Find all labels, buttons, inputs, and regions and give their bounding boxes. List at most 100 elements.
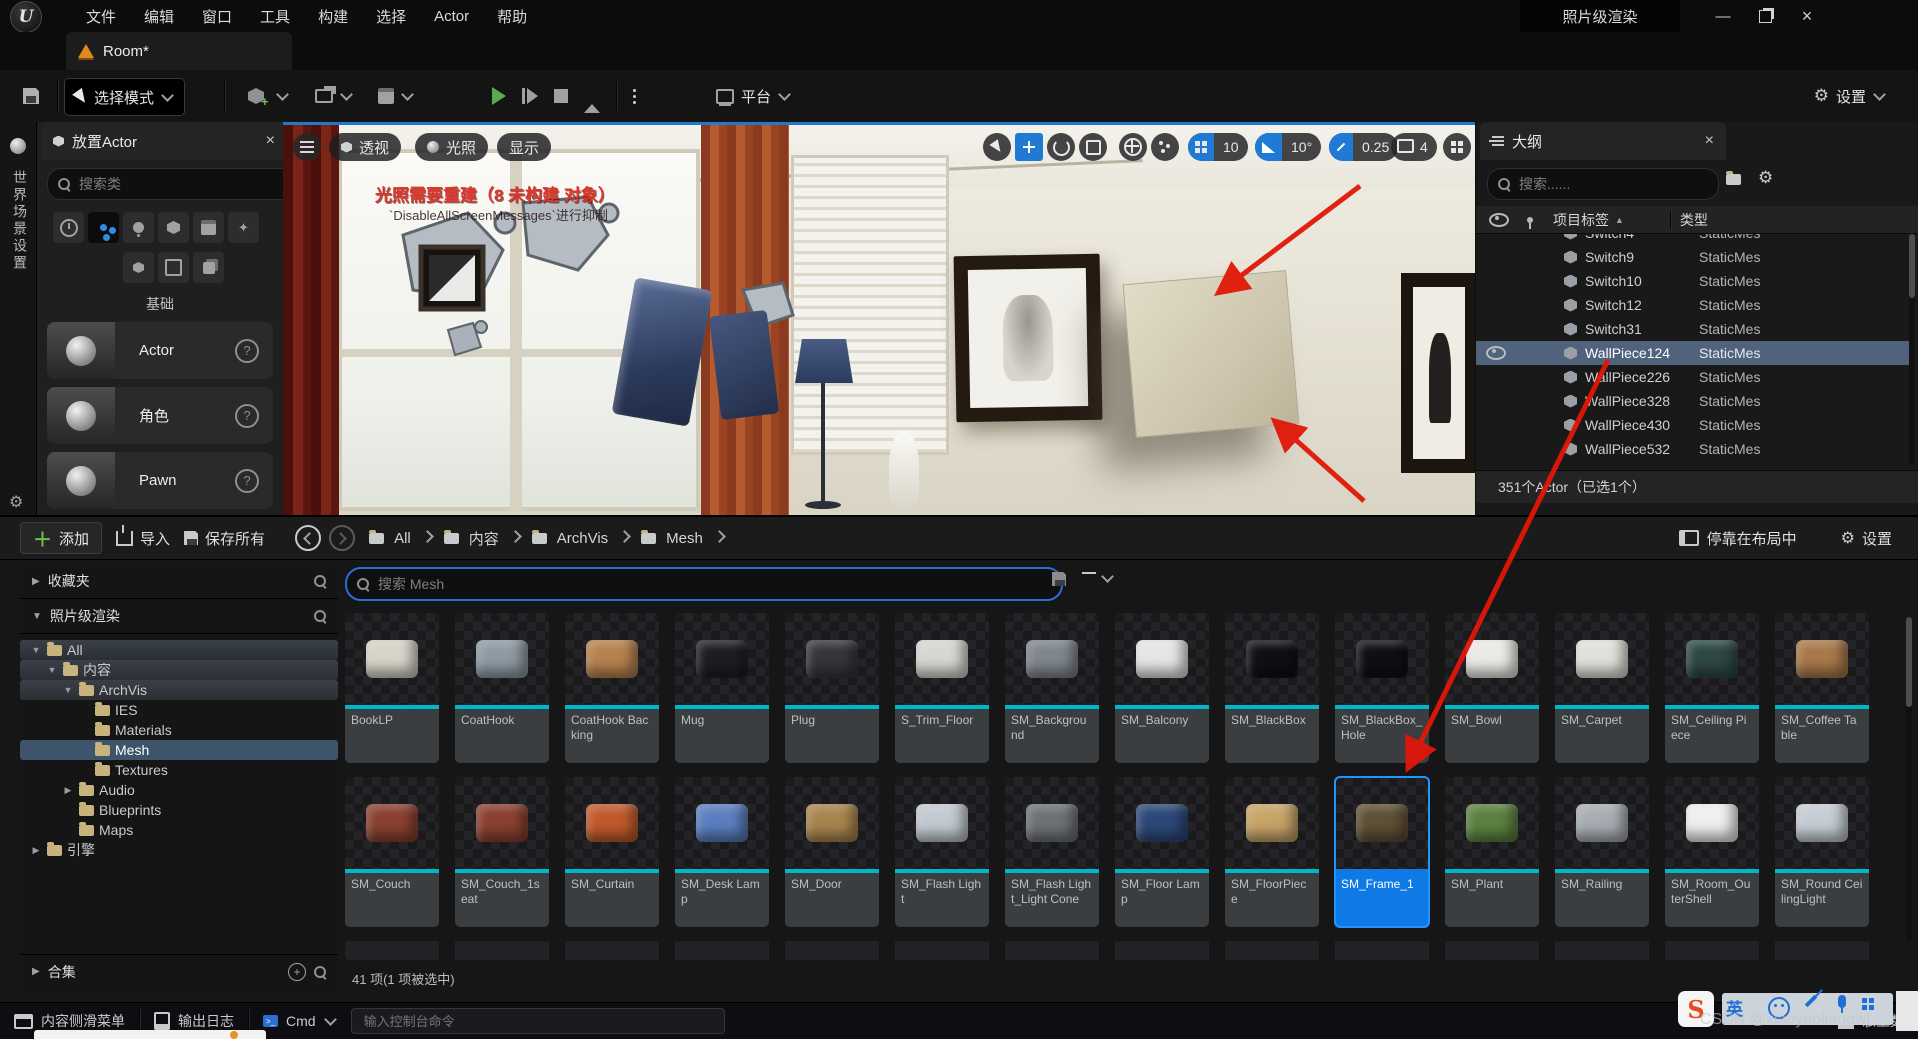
- breadcrumb-item[interactable]: Mesh: [666, 530, 703, 547]
- tree-arrow-icon[interactable]: ▼: [30, 645, 42, 655]
- rotate-tool-button[interactable]: [1047, 133, 1075, 161]
- outliner-settings-button[interactable]: ⚙: [1758, 168, 1773, 188]
- platforms-dropdown[interactable]: 平台: [706, 78, 801, 114]
- console-input-wrap[interactable]: [351, 1008, 725, 1034]
- tab-room[interactable]: Room*: [66, 32, 292, 70]
- asset-tile[interactable]: SM_Carpet: [1555, 613, 1649, 763]
- place-search-input[interactable]: [77, 175, 284, 193]
- geometry-filter-button[interactable]: [123, 252, 154, 283]
- tree-arrow-icon[interactable]: ▼: [62, 685, 74, 695]
- filter-dropdown[interactable]: [1082, 572, 1114, 584]
- scale-tool-button[interactable]: [1079, 133, 1107, 161]
- asset-tile[interactable]: SM_Flash Light_Light Cone: [1005, 777, 1099, 927]
- world-space-button[interactable]: [1119, 133, 1147, 161]
- asset-tile[interactable]: SM_Room_OuterShell: [1665, 777, 1759, 927]
- menu-item[interactable]: Actor: [420, 8, 483, 25]
- restore-button[interactable]: [1744, 1, 1786, 31]
- asset-tile[interactable]: SM_Curtain: [565, 777, 659, 927]
- cb-settings-button[interactable]: ⚙ 设置: [1841, 528, 1892, 549]
- quad-view-button[interactable]: [1443, 133, 1471, 161]
- select-mode-dropdown[interactable]: 选择模式: [64, 78, 185, 116]
- asset-tile[interactable]: SM_Balcony: [1115, 613, 1209, 763]
- menu-item[interactable]: 文件: [72, 6, 130, 27]
- toolbar-settings-dropdown[interactable]: ⚙ 设置: [1804, 78, 1896, 114]
- menu-item[interactable]: 窗口: [188, 6, 246, 27]
- dock-in-layout-button[interactable]: 停靠在布局中: [1679, 528, 1797, 549]
- asset-tile[interactable]: Mug: [675, 613, 769, 763]
- output-log-button[interactable]: 输出日志: [154, 1011, 234, 1031]
- cmd-dropdown[interactable]: >_ Cmd: [263, 1013, 337, 1029]
- new-folder-button[interactable]: [1726, 172, 1741, 188]
- select-tool-button[interactable]: [983, 133, 1011, 161]
- asset-tile[interactable]: SM_Plant: [1445, 777, 1539, 927]
- add-actor-dropdown[interactable]: +: [238, 78, 299, 114]
- asset-tile[interactable]: SM_Desk Lamp: [675, 777, 769, 927]
- close-icon[interactable]: ×: [266, 132, 275, 150]
- asset-tile[interactable]: Plug: [785, 613, 879, 763]
- place-search[interactable]: [47, 168, 295, 200]
- tree-folder-row[interactable]: ▶ 引擎: [20, 840, 338, 860]
- tree-folder-row[interactable]: ▼ All: [20, 640, 338, 660]
- asset-tile[interactable]: SM_Floor Lamp: [1115, 777, 1209, 927]
- asset-tile[interactable]: SM_BlackBox: [1225, 613, 1319, 763]
- place-actor-item[interactable]: Pawn ?: [47, 452, 273, 509]
- grid-snap-control[interactable]: 10: [1188, 133, 1248, 161]
- volumes-filter-button[interactable]: [158, 252, 189, 283]
- tree-folder-row[interactable]: ▼ 内容: [20, 660, 338, 680]
- asset-tile[interactable]: SM_Couch: [345, 777, 439, 927]
- import-button[interactable]: 导入: [116, 528, 170, 549]
- outliner-row[interactable]: WallPiece124 StaticMes: [1476, 341, 1912, 365]
- asset-search-input[interactable]: [376, 575, 1051, 593]
- tree-folder-row[interactable]: ▼ ArchVis: [20, 680, 338, 700]
- breadcrumb-item[interactable]: All: [394, 530, 411, 547]
- menu-item[interactable]: 构建: [304, 6, 362, 27]
- frame-skip-icon[interactable]: [522, 88, 538, 104]
- stop-icon[interactable]: [554, 89, 568, 103]
- asset-tile[interactable]: SM_Background: [1005, 613, 1099, 763]
- content-drawer-button[interactable]: 内容侧滑菜单: [14, 1011, 125, 1031]
- cinematics-dropdown[interactable]: [368, 78, 424, 114]
- shapes-filter-button[interactable]: [158, 212, 189, 243]
- tree-folder-row[interactable]: Maps: [20, 820, 338, 840]
- place-actor-item[interactable]: Actor ?: [47, 322, 273, 379]
- surface-snap-button[interactable]: [1151, 133, 1179, 161]
- blueprints-dropdown[interactable]: [305, 78, 363, 114]
- collections-header[interactable]: ▶ 合集 +: [20, 954, 338, 988]
- outliner-row[interactable]: Switch9 StaticMes: [1476, 245, 1912, 269]
- asset-tile[interactable]: SM_Couch_1seat: [455, 777, 549, 927]
- add-collection-icon[interactable]: +: [288, 963, 306, 981]
- outliner-column-header[interactable]: 项目标签 ▲ 类型: [1476, 206, 1918, 234]
- outliner-row[interactable]: WallPiece226 StaticMes: [1476, 365, 1912, 389]
- add-button[interactable]: ＋ 添加: [20, 522, 102, 554]
- play-icon[interactable]: [492, 87, 506, 105]
- search-icon[interactable]: [314, 610, 326, 622]
- back-button[interactable]: [295, 525, 321, 551]
- outliner-row[interactable]: WallPiece532 StaticMes: [1476, 437, 1912, 461]
- recent-filter-button[interactable]: [53, 212, 84, 243]
- asset-tile[interactable]: SM_Ceiling Piece: [1665, 613, 1759, 763]
- lights-filter-button[interactable]: [123, 212, 154, 243]
- outliner-row[interactable]: Switch10 StaticMes: [1476, 269, 1912, 293]
- search-icon[interactable]: [314, 966, 326, 978]
- asset-tile[interactable]: CoatHook: [455, 613, 549, 763]
- asset-tile[interactable]: SM_Frame_1: [1335, 777, 1429, 927]
- asset-tile[interactable]: BookLP: [345, 613, 439, 763]
- forward-button[interactable]: [329, 525, 355, 551]
- project-header[interactable]: ▼ 照片级渲染: [20, 599, 338, 634]
- save-button[interactable]: [14, 80, 48, 112]
- menu-item[interactable]: 帮助: [483, 6, 541, 27]
- menu-item[interactable]: 工具: [246, 6, 304, 27]
- tree-arrow-icon[interactable]: ▶: [30, 845, 42, 856]
- save-search-button[interactable]: [1052, 572, 1066, 589]
- scale-snap-control[interactable]: 0.25: [1329, 133, 1398, 161]
- play-options-icon[interactable]: [633, 89, 636, 92]
- outliner-row[interactable]: WallPiece328 StaticMes: [1476, 389, 1912, 413]
- tree-folder-row[interactable]: Textures: [20, 760, 338, 780]
- eye-icon[interactable]: [1486, 346, 1506, 360]
- asset-tile[interactable]: SM_Coffee Table: [1775, 613, 1869, 763]
- all-classes-filter-button[interactable]: [193, 252, 224, 283]
- favorites-header[interactable]: ▶ 收藏夹: [20, 564, 338, 599]
- ime-mic-icon[interactable]: [1838, 995, 1846, 1008]
- save-all-button[interactable]: 保存所有: [184, 528, 265, 549]
- unreal-logo-icon[interactable]: U: [10, 1, 42, 33]
